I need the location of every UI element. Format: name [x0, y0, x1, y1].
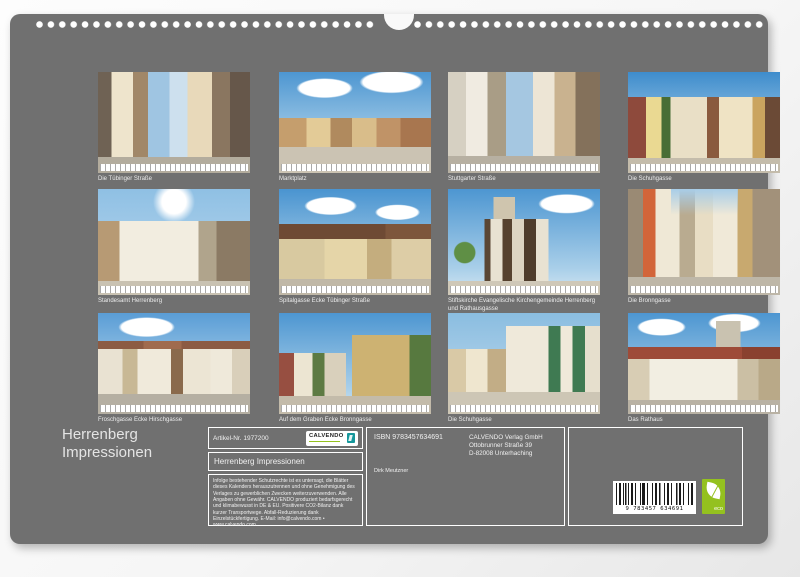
- thumbnail-caption: Die Schuhgasse: [448, 417, 600, 425]
- thumbnail-photo: [279, 189, 431, 295]
- publisher-name: CALVENDO Verlag GmbH: [469, 434, 543, 442]
- publisher-street: Ottobrunner Straße 39: [469, 442, 543, 450]
- thumbnail-caption: Spitalgasse Ecke Tübinger Straße: [279, 298, 431, 306]
- thumbnail-cell: Standesamt Herrenberg: [98, 189, 250, 306]
- calvendo-logo-text: CALVENDO: [309, 434, 344, 440]
- thumbnail-photo: [279, 313, 431, 414]
- publisher-address: CALVENDO Verlag GmbH Ottobrunner Straße …: [469, 434, 543, 458]
- calendar-back-page: Die Tübinger Straße Marktplatz Stuttgart…: [10, 14, 768, 544]
- article-number-box: Artikel-Nr. 1977200 CALVENDO: [208, 427, 363, 449]
- thumbnail-caption: Das Rathaus: [628, 417, 780, 425]
- thumbnail-cell: Die Schuhgasse: [628, 72, 780, 184]
- barcode-bars: [616, 483, 693, 505]
- thumbnail-cell: Das Rathaus: [628, 313, 780, 425]
- product-title-box: Herrenberg Impressionen: [208, 452, 363, 471]
- thumbnail-photo: [98, 72, 250, 173]
- thumbnail-caption: Froschgasse Ecke Hirschgasse: [98, 417, 250, 425]
- thumbnail-caption: Die Tübinger Straße: [98, 176, 250, 184]
- hanging-hole-notch: [384, 14, 414, 30]
- calvendo-logo: CALVENDO: [306, 431, 358, 446]
- calvendo-book-icon: [347, 433, 355, 443]
- thumbnail-cell: Spitalgasse Ecke Tübinger Straße: [279, 189, 431, 306]
- thumbnail-photo: [279, 72, 431, 173]
- thumbnail-caption: Stiftskirche Evangelische Kirchengemeind…: [448, 298, 600, 313]
- isbn-publisher-box: ISBN 9783457634691 CALVENDO Verlag GmbH …: [366, 427, 565, 526]
- thumbnail-photo: [448, 189, 600, 295]
- thumbnail-cell: Die Schuhgasse: [448, 313, 600, 425]
- thumbnail-cell: Stuttgarter Straße: [448, 72, 600, 184]
- back-cover-title: Herrenberg Impressionen: [62, 426, 192, 461]
- thumbnail-cell: Marktplatz: [279, 72, 431, 184]
- legal-text: Infolge bestehender Schutzrechte ist es …: [213, 478, 355, 528]
- barcode-box: 9 783457 634691 eco: [568, 427, 743, 526]
- spiral-binding-holes-left: [36, 21, 374, 28]
- article-number: Artikel-Nr. 1977200: [213, 435, 269, 442]
- thumbnail-cell: Auf dem Graben Ecke Bronngasse: [279, 313, 431, 425]
- thumbnail-caption: Die Bronngasse: [628, 298, 780, 306]
- isbn-number: ISBN 9783457634691: [374, 434, 443, 441]
- thumbnail-cell: Die Tübinger Straße: [98, 72, 250, 184]
- eco-badge: eco: [702, 479, 725, 514]
- publisher-city: D-82008 Unterhaching: [469, 450, 543, 458]
- calvendo-logo-underline: [309, 441, 340, 443]
- legal-text-box: Infolge bestehender Schutzrechte ist es …: [208, 474, 363, 526]
- thumbnail-cell: Stiftskirche Evangelische Kirchengemeind…: [448, 189, 600, 313]
- barcode-digits: 9 783457 634691: [616, 506, 693, 512]
- thumbnail-photo: [448, 313, 600, 414]
- thumbnail-photo: [448, 72, 600, 173]
- author-name: Dirk Meutzner: [374, 468, 408, 474]
- thumbnail-cell: Froschgasse Ecke Hirschgasse: [98, 313, 250, 425]
- product-title: Herrenberg Impressionen: [214, 457, 305, 466]
- thumbnail-caption: Marktplatz: [279, 176, 431, 184]
- thumbnail-photo: [98, 189, 250, 295]
- calvendo-logo-text-wrap: CALVENDO: [309, 434, 344, 442]
- thumbnail-photo: [98, 313, 250, 414]
- thumbnail-photo: [628, 189, 780, 295]
- thumbnail-cell: Die Bronngasse: [628, 189, 780, 306]
- thumbnail-caption: Auf dem Graben Ecke Bronngasse: [279, 417, 431, 425]
- thumbnail-photo: [628, 313, 780, 414]
- thumbnail-photo: [628, 72, 780, 173]
- eco-label: eco: [714, 506, 723, 512]
- thumbnail-caption: Die Schuhgasse: [628, 176, 780, 184]
- ean-barcode: 9 783457 634691: [613, 481, 696, 514]
- thumbnail-caption: Stuttgarter Straße: [448, 176, 600, 184]
- spiral-binding-holes-right: [414, 21, 764, 28]
- thumbnail-caption: Standesamt Herrenberg: [98, 298, 250, 306]
